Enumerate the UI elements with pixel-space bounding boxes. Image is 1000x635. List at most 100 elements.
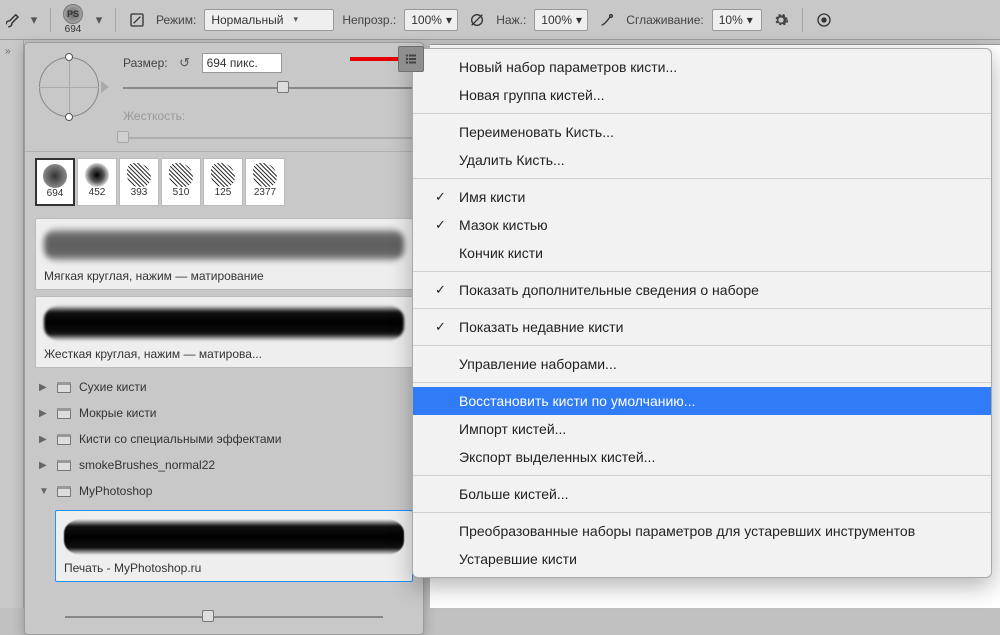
check-icon: ✓	[435, 317, 446, 337]
flow-value: 100%	[541, 13, 572, 27]
recent-brush-3[interactable]: 510	[161, 158, 201, 206]
folder-icon	[57, 408, 71, 419]
brush-num: 510	[173, 187, 190, 198]
recent-brush-2[interactable]: 393	[119, 158, 159, 206]
smoothing-value: 10%	[719, 13, 743, 27]
menu-item[interactable]: ✓ Имя кисти	[413, 183, 991, 211]
brush-preset-list[interactable]: Мягкая круглая, нажим — матирование Жест…	[25, 208, 423, 598]
chevron-down-icon[interactable]: ▾	[93, 9, 105, 31]
brush-num: 393	[131, 187, 148, 198]
folder-dry-brushes[interactable]: ▶Сухие кисти	[31, 374, 417, 400]
preset-caption: Мягкая круглая, нажим — матирование	[44, 269, 404, 283]
menu-item-label: Мазок кистью	[459, 217, 548, 233]
panel-flyout-button[interactable]	[398, 46, 424, 72]
hardness-label: Жесткость:	[123, 109, 413, 123]
check-icon: ✓	[435, 280, 446, 300]
menu-item[interactable]: ✓ Показать недавние кисти	[413, 313, 991, 341]
menu-item[interactable]: ✓ Показать дополнительные сведения о набо…	[413, 276, 991, 304]
menu-item-label: Новая группа кистей...	[459, 87, 604, 103]
tool-brush-icon[interactable]: ▾	[6, 9, 40, 31]
chevron-down-icon: ▾	[28, 9, 40, 31]
brush-preset-chip[interactable]: PS 694	[61, 4, 85, 35]
mode-select[interactable]: Нормальный ▾	[204, 9, 334, 31]
size-input[interactable]: 694 пикс.	[202, 53, 282, 73]
folder-label: MyPhotoshop	[79, 484, 152, 498]
chevron-right-icon: ▶	[39, 408, 49, 419]
menu-item-label: Удалить Кисть...	[459, 152, 565, 168]
check-icon: ✓	[435, 215, 446, 235]
menu-item[interactable]: Кончик кисти	[413, 239, 991, 267]
recent-brush-4[interactable]: 125	[203, 158, 243, 206]
menu-item-label: Экспорт выделенных кистей...	[459, 449, 655, 465]
brush-preset-selected[interactable]: Печать - MyPhotoshop.ru	[55, 510, 413, 582]
size-slider[interactable]	[123, 81, 413, 95]
folder-special-effects[interactable]: ▶Кисти со специальными эффектами	[31, 426, 417, 452]
menu-item-label: Переименовать Кисть...	[459, 124, 614, 140]
brush-preset-soft-round[interactable]: Мягкая круглая, нажим — матирование	[35, 218, 413, 290]
menu-item-label: Новый набор параметров кисти...	[459, 59, 677, 75]
menu-item-label: Восстановить кисти по умолчанию...	[459, 393, 695, 409]
mode-label: Режим:	[156, 13, 196, 27]
airbrush-icon[interactable]	[596, 9, 618, 31]
menu-item-label: Преобразованные наборы параметров для ус…	[459, 523, 915, 539]
menu-item[interactable]: Удалить Кисть...	[413, 146, 991, 174]
menu-item[interactable]: Экспорт выделенных кистей...	[413, 443, 991, 471]
brush-preset-panel: Размер: ↺ 694 пикс. Жесткость: 694 452 3…	[24, 42, 424, 635]
menu-item-label: Управление наборами...	[459, 356, 617, 372]
brush-num: 125	[215, 187, 232, 198]
menu-item[interactable]: Переименовать Кисть...	[413, 118, 991, 146]
menu-item-label: Устаревшие кисти	[459, 551, 577, 567]
brush-num: 694	[47, 188, 64, 199]
recent-brushes-row: 694 452 393 510 125 2377	[25, 151, 423, 208]
reset-size-icon[interactable]: ↺	[176, 54, 194, 72]
preset-caption: Жесткая круглая, нажим — матирова...	[44, 347, 404, 361]
opacity-input[interactable]: 100%▾	[404, 9, 458, 31]
menu-item[interactable]: Новая группа кистей...	[413, 81, 991, 109]
recent-brush-0[interactable]: 694	[35, 158, 75, 206]
folder-icon	[57, 434, 71, 445]
brush-panel-flyout-menu: Новый набор параметров кисти... Новая гру…	[412, 48, 992, 578]
menu-item[interactable]: Восстановить кисти по умолчанию...	[413, 387, 991, 415]
chevron-right-icon: ▶	[39, 434, 49, 445]
menu-item-label: Показать недавние кисти	[459, 319, 623, 335]
menu-item-label: Кончик кисти	[459, 245, 543, 261]
hardness-slider[interactable]	[123, 131, 413, 145]
menu-item[interactable]: Импорт кистей...	[413, 415, 991, 443]
size-value: 694 пикс.	[207, 56, 258, 70]
brush-size-chip-number: 694	[65, 24, 82, 35]
folder-label: smokeBrushes_normal22	[79, 458, 215, 472]
opacity-label: Непрозр.:	[342, 13, 396, 27]
recent-brush-1[interactable]: 452	[77, 158, 117, 206]
preview-size-slider[interactable]	[65, 610, 383, 624]
options-toolbar: ▾ PS 694 ▾ Режим: Нормальный ▾ Непрозр.:…	[0, 0, 1000, 40]
chevron-down-icon: ▼	[39, 486, 49, 497]
menu-item[interactable]: Преобразованные наборы параметров для ус…	[413, 517, 991, 545]
menu-item[interactable]: ✓ Мазок кистью	[413, 211, 991, 239]
folder-icon	[57, 460, 71, 471]
pressure-size-icon[interactable]	[813, 9, 835, 31]
menu-item[interactable]: Устаревшие кисти	[413, 545, 991, 573]
menu-item-label: Имя кисти	[459, 189, 525, 205]
menu-item-label: Больше кистей...	[459, 486, 569, 502]
flow-input[interactable]: 100%▾	[534, 9, 588, 31]
folder-myphotoshop[interactable]: ▼ MyPhotoshop	[31, 478, 417, 504]
smoothing-input[interactable]: 10%▾	[712, 9, 762, 31]
brush-preset-hard-round[interactable]: Жесткая круглая, нажим — матирова...	[35, 296, 413, 368]
folder-smoke-brushes[interactable]: ▶ smokeBrushes_normal22	[31, 452, 417, 478]
brush-settings-icon[interactable]	[126, 9, 148, 31]
pressure-opacity-icon[interactable]	[466, 9, 488, 31]
expand-dock-icon[interactable]: »	[5, 46, 11, 57]
gear-icon[interactable]	[770, 9, 792, 31]
folder-icon	[57, 382, 71, 393]
menu-item-label: Показать дополнительные сведения о набор…	[459, 282, 759, 298]
chevron-right-icon: ▶	[39, 460, 49, 471]
smoothing-label: Сглаживание:	[626, 13, 703, 27]
menu-item[interactable]: Управление наборами...	[413, 350, 991, 378]
brush-angle-control[interactable]	[35, 53, 111, 129]
menu-item[interactable]: Новый набор параметров кисти...	[413, 53, 991, 81]
folder-wet-brushes[interactable]: ▶Мокрые кисти	[31, 400, 417, 426]
folder-icon	[57, 486, 71, 497]
recent-brush-5[interactable]: 2377	[245, 158, 285, 206]
menu-item[interactable]: Больше кистей...	[413, 480, 991, 508]
check-icon: ✓	[435, 187, 446, 207]
